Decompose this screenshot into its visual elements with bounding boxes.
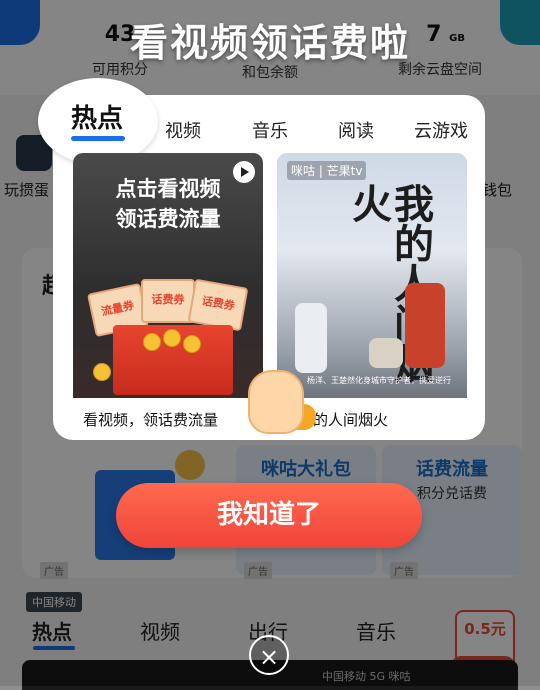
coin-icon: [143, 333, 161, 351]
card-caption: 看视频，领话费流量: [83, 411, 219, 429]
tab-cloud-game[interactable]: 云游戏: [414, 117, 468, 143]
tab-hot: 热点: [71, 104, 124, 134]
ticket-fee: 话费券: [187, 278, 249, 332]
card-image: 咪咕 | 芒果tv 我的人间烟火 杨洋、王楚然化身城市守护者，携爱逆行: [277, 153, 467, 398]
drama-subtitle: 杨洋、王楚然化身城市守护者，携爱逆行: [307, 376, 451, 385]
coin-icon: [183, 335, 201, 353]
card-caption: 的人间烟火: [313, 411, 389, 429]
guide-headline: 看视频领话费啦: [129, 21, 410, 65]
tab-hot-indicator: [71, 136, 125, 141]
figure-firefighter: [405, 283, 445, 368]
card-promo-line1: 点击看视频: [115, 177, 221, 201]
close-icon[interactable]: ×: [249, 635, 289, 675]
figure-doctor: [295, 303, 327, 373]
coin-icon: [163, 329, 181, 347]
coin-icon: [93, 363, 111, 381]
card-promo-line2: 领话费流量: [115, 207, 221, 231]
tab-hot-highlight[interactable]: 热点: [38, 78, 158, 164]
pointer-hand-icon: [248, 370, 304, 434]
tab-reading[interactable]: 阅读: [338, 117, 374, 143]
tab-video[interactable]: 视频: [165, 117, 201, 143]
got-it-button[interactable]: 我知道了: [116, 483, 422, 548]
content-card-drama[interactable]: 咪咕 | 芒果tv 我的人间烟火 杨洋、王楚然化身城市守护者，携爱逆行 的人间烟…: [277, 153, 467, 440]
content-card-watch-video[interactable]: 点击看视频 领话费流量 流量券 话费券 话费券 看视频，领话费流量: [73, 153, 263, 440]
ticket-fee: 话费券: [141, 279, 195, 323]
tab-music[interactable]: 音乐: [252, 117, 288, 143]
card-image: 点击看视频 领话费流量 流量券 话费券 话费券: [73, 153, 263, 398]
figure-dog: [369, 338, 403, 368]
migu-mango-logo: 咪咕 | 芒果tv: [287, 161, 367, 180]
